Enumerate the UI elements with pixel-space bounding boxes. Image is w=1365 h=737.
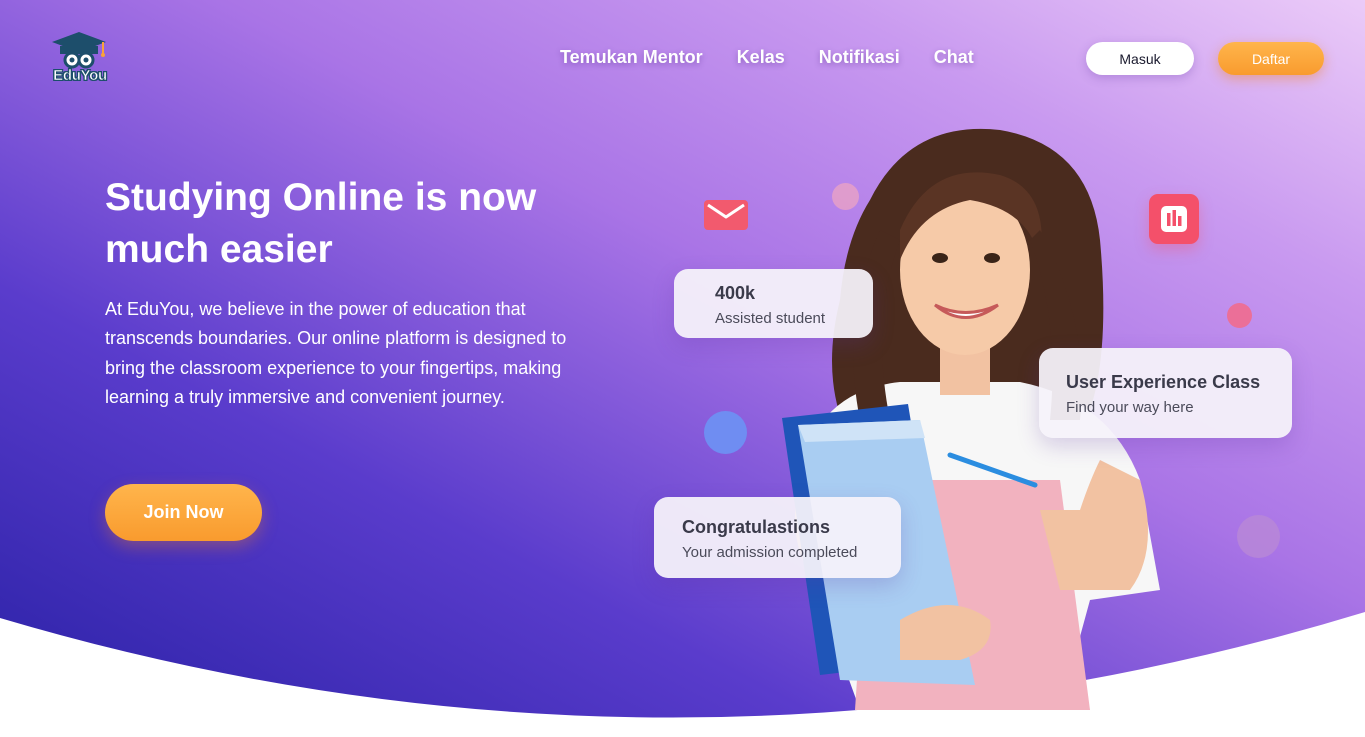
main-nav: Temukan Mentor Kelas Notifikasi Chat (560, 47, 974, 68)
nav-item-temukan-mentor[interactable]: Temukan Mentor (560, 47, 703, 68)
join-now-button[interactable]: Join Now (105, 484, 262, 541)
register-button[interactable]: Daftar (1218, 42, 1324, 75)
decorative-dot (1237, 515, 1280, 558)
hero-title: Studying Online is now much easier (105, 172, 605, 276)
congrats-card: Congratulastions Your admission complete… (654, 497, 901, 578)
hero-title-line-2: much easier (105, 228, 333, 271)
stat-card-label: Assisted student (715, 310, 826, 327)
hero-title-line-1: Studying Online is now (105, 176, 537, 219)
congrats-card-title: Congratulastions (682, 517, 831, 537)
stat-card-value: 400k (715, 283, 756, 303)
mail-icon (704, 200, 748, 230)
ux-class-card-title: User Experience Class (1066, 372, 1261, 392)
landing-page: EduYou Temukan Mentor Kelas Notifikasi C… (0, 0, 1365, 737)
stat-card: 400k Assisted student (674, 269, 873, 338)
congrats-card-subtitle: Your admission completed (682, 544, 858, 561)
nav-item-notifikasi[interactable]: Notifikasi (819, 47, 900, 68)
decorative-dot (1227, 303, 1252, 328)
ux-class-card[interactable]: User Experience Class Find your way here (1039, 348, 1292, 438)
logo-wordmark: EduYou (53, 67, 108, 85)
login-button[interactable]: Masuk (1086, 42, 1194, 75)
decorative-dot (704, 411, 747, 454)
nav-item-chat[interactable]: Chat (934, 47, 974, 68)
ux-class-card-subtitle: Find your way here (1066, 399, 1194, 416)
hero-description: At EduYou, we believe in the power of ed… (105, 299, 567, 408)
nav-item-kelas[interactable]: Kelas (737, 47, 785, 68)
